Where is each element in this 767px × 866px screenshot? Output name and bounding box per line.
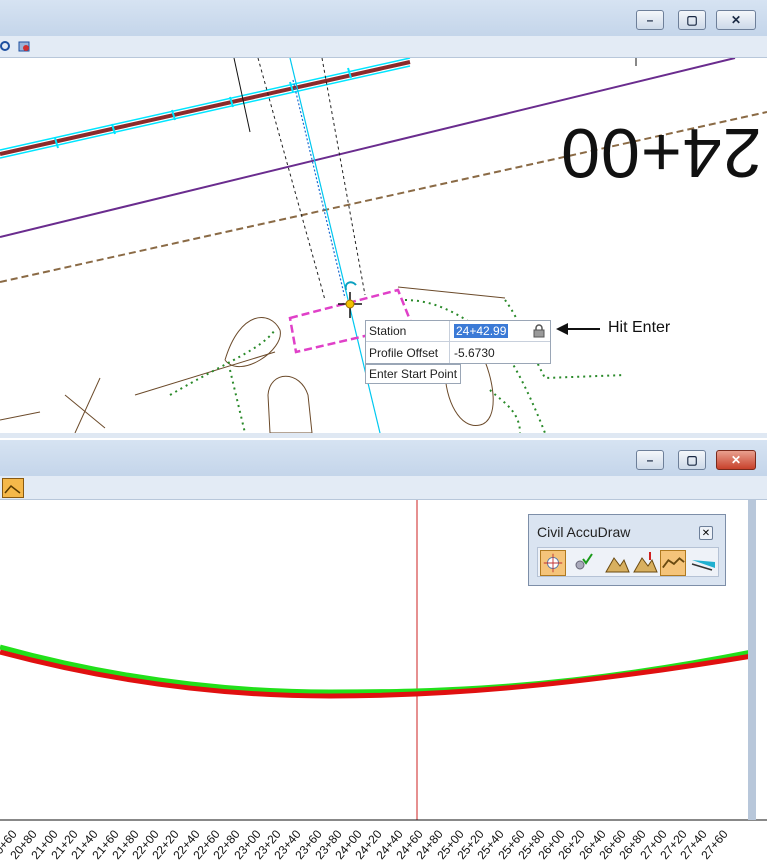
compass-icon[interactable]	[540, 550, 566, 576]
lock-icon[interactable]	[530, 321, 548, 341]
plan-view-toolbar	[0, 36, 767, 58]
accudraw-title: Civil AccuDraw	[537, 524, 631, 540]
profile-view-titlebar: – ▢ ✕	[0, 440, 767, 476]
existing-ground-profile	[0, 644, 753, 695]
terrain-icon[interactable]	[604, 550, 630, 576]
station-tick-labels: 20+60 20+80 21+00 21+20 21+40 21+60 21+80 22+00…	[0, 820, 767, 866]
enter-start-point-prompt: Enter Start Point	[365, 364, 462, 384]
offset-input[interactable]: -5.6730	[450, 342, 530, 363]
close-button[interactable]: ✕	[716, 450, 756, 470]
plan-view-window: – ▢ ✕ 24+00 Station 24+42.99 Profile Off…	[0, 0, 767, 438]
hit-enter-annotation: Hit Enter	[608, 319, 671, 336]
close-button[interactable]: ✕	[699, 526, 713, 540]
close-button[interactable]: ✕	[716, 10, 756, 30]
check-point-icon[interactable]	[570, 550, 596, 576]
profile-tool-icon[interactable]	[2, 478, 24, 498]
minimize-button[interactable]: –	[636, 10, 664, 30]
road-center-line	[0, 60, 411, 156]
minimize-button[interactable]: –	[636, 450, 664, 470]
view-settings-icon[interactable]	[16, 38, 34, 56]
offset-row: Profile Offset -5.6730	[366, 342, 550, 363]
station-text-label: 24+00	[560, 114, 762, 192]
elevation-icon[interactable]	[632, 550, 658, 576]
slope-icon[interactable]	[690, 550, 716, 576]
crosshair-cursor-icon	[338, 281, 362, 318]
station-row: Station 24+42.99	[366, 321, 550, 342]
profile-icon[interactable]	[660, 550, 686, 576]
dotted-line	[321, 58, 366, 296]
restore-button[interactable]: ▢	[678, 450, 706, 470]
profile-view-window: – ▢ ✕	[0, 440, 767, 866]
station-value[interactable]: 24+42.99	[454, 324, 509, 338]
station-input[interactable]: 24+42.99	[450, 321, 530, 341]
civil-accudraw-palette: Civil AccuDraw ✕	[528, 514, 726, 586]
plan-view-titlebar: – ▢ ✕	[0, 0, 767, 36]
road-edge-line	[0, 65, 411, 159]
dotted-line	[257, 58, 326, 301]
station-label: Station	[366, 321, 450, 341]
station-input-tooltip: Station 24+42.99 Profile Offset -5.6730	[365, 320, 551, 364]
profile-view-toolbar	[0, 476, 767, 500]
accudraw-tools	[537, 547, 719, 577]
restore-button[interactable]: ▢	[678, 10, 706, 30]
offset-label: Profile Offset	[366, 342, 450, 363]
